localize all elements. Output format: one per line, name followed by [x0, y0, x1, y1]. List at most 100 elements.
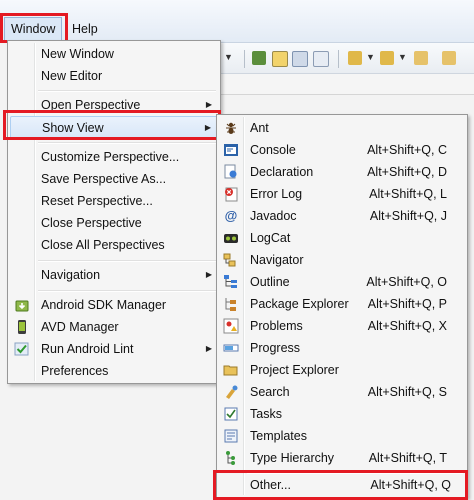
view-item-label: Templates	[250, 429, 307, 443]
menu-help[interactable]: Help	[66, 19, 104, 39]
other-highlight-box	[213, 470, 468, 500]
shortcut-label: Alt+Shift+Q, P	[367, 297, 447, 311]
view-item-progress[interactable]: Progress	[219, 337, 465, 359]
view-item-error-log[interactable]: Error Log Alt+Shift+Q, L	[219, 183, 465, 205]
menu-item-close-all-perspectives[interactable]: Close All Perspectives	[10, 234, 218, 256]
prev-annotation-icon[interactable]	[380, 51, 394, 65]
toolbar-separator	[338, 50, 339, 68]
edit-icon[interactable]	[272, 51, 288, 67]
menu-item-label: New Editor	[41, 69, 103, 83]
menu-separator	[38, 142, 216, 144]
menu-item-navigation[interactable]: Navigation ▶	[10, 264, 218, 286]
error-log-icon	[223, 186, 239, 202]
view-item-console[interactable]: Console Alt+Shift+Q, C	[219, 139, 465, 161]
type-hierarchy-icon	[223, 450, 239, 466]
console-icon	[223, 142, 239, 158]
workspace-area	[220, 74, 474, 95]
next-annotation-icon[interactable]	[348, 51, 362, 65]
navigator-icon	[223, 252, 239, 268]
view-item-label: Project Explorer	[250, 363, 339, 377]
view-item-problems[interactable]: Problems Alt+Shift+Q, X	[219, 315, 465, 337]
shortcut-label: Alt+Shift+Q, O	[366, 275, 447, 289]
android-sdk-manager-icon	[14, 297, 30, 313]
view-item-outline[interactable]: Outline Alt+Shift+Q, O	[219, 271, 465, 293]
menu-item-label: Navigation	[41, 268, 101, 282]
problems-icon	[223, 318, 239, 334]
shortcut-label: Alt+Shift+Q, S	[367, 385, 447, 399]
view-item-tasks[interactable]: Tasks	[219, 403, 465, 425]
menu-item-new-editor[interactable]: New Editor	[10, 65, 218, 87]
progress-icon	[223, 340, 239, 356]
toolbar-separator	[244, 50, 245, 68]
menu-item-label: Reset Perspective...	[41, 194, 153, 208]
menu-item-label: Android SDK Manager	[41, 298, 167, 312]
search-refs-icon[interactable]	[252, 51, 266, 65]
view-item-label: Type Hierarchy	[250, 451, 335, 465]
forward-icon[interactable]	[442, 51, 456, 65]
menu-item-customize-perspective[interactable]: Customize Perspective...	[10, 146, 218, 168]
avd-manager-icon	[14, 319, 30, 335]
logcat-icon	[223, 230, 239, 246]
view-item-navigator[interactable]: Navigator	[219, 249, 465, 271]
view-item-label: Navigator	[250, 253, 304, 267]
menu-item-label: Customize Perspective...	[41, 150, 180, 164]
declaration-icon	[223, 164, 239, 180]
toggle-view-icon[interactable]	[292, 51, 308, 67]
project-explorer-icon	[223, 362, 239, 378]
view-item-label: Progress	[250, 341, 301, 355]
view-item-label: Console	[250, 143, 296, 157]
javadoc-icon: @	[224, 208, 238, 223]
view-item-label: Javadoc	[250, 209, 297, 223]
tasks-icon	[223, 406, 239, 422]
menu-item-label: New Window	[41, 47, 114, 61]
paragraph-icon[interactable]	[313, 51, 329, 67]
ant-icon	[223, 120, 239, 136]
menu-separator	[38, 290, 216, 292]
dropdown-arrow-icon[interactable]: ▼	[366, 52, 375, 62]
menu-item-label: Save Perspective As...	[41, 172, 167, 186]
view-item-ant[interactable]: Ant	[219, 117, 465, 139]
shortcut-label: Alt+Shift+Q, C	[367, 143, 447, 157]
shortcut-label: Alt+Shift+Q, D	[367, 165, 447, 179]
show-view-highlight-box	[3, 110, 221, 140]
back-icon[interactable]	[414, 51, 428, 65]
view-item-label: Search	[250, 385, 290, 399]
shortcut-label: Alt+Shift+Q, T	[368, 451, 447, 465]
view-item-declaration[interactable]: Declaration Alt+Shift+Q, D	[219, 161, 465, 183]
view-item-package-explorer[interactable]: Package Explorer Alt+Shift+Q, P	[219, 293, 465, 315]
submenu-arrow-icon: ▶	[205, 270, 212, 279]
view-item-templates[interactable]: Templates	[219, 425, 465, 447]
menu-item-android-sdk-manager[interactable]: Android SDK Manager	[10, 294, 218, 316]
window-menu-highlight-box	[0, 13, 68, 43]
menu-item-avd-manager[interactable]: AVD Manager	[10, 316, 218, 338]
show-view-submenu: Ant Console Alt+Shift+Q, C Declaration A…	[216, 114, 468, 498]
menu-item-new-window[interactable]: New Window	[10, 43, 218, 65]
menu-separator	[38, 90, 216, 92]
dropdown-arrow-icon[interactable]: ▼	[224, 52, 233, 62]
menu-item-label: Run Android Lint	[41, 342, 134, 356]
view-item-javadoc[interactable]: @ Javadoc Alt+Shift+Q, J	[219, 205, 465, 227]
menu-item-run-android-lint[interactable]: Run Android Lint ▶	[10, 338, 218, 360]
shortcut-label: Alt+Shift+Q, L	[369, 187, 447, 201]
view-item-label: Error Log	[250, 187, 303, 201]
menu-item-close-perspective[interactable]: Close Perspective	[10, 212, 218, 234]
window-menu: New Window New Editor Open Perspective ▶…	[7, 40, 221, 384]
view-item-search[interactable]: Search Alt+Shift+Q, S	[219, 381, 465, 403]
templates-icon	[223, 428, 239, 444]
view-item-label: Outline	[250, 275, 290, 289]
outline-icon	[223, 274, 239, 290]
view-item-logcat[interactable]: LogCat	[219, 227, 465, 249]
menu-item-label: AVD Manager	[41, 320, 119, 334]
menu-item-preferences[interactable]: Preferences	[10, 360, 218, 382]
view-item-label: Problems	[250, 319, 303, 333]
menu-item-label: Close All Perspectives	[41, 238, 165, 252]
dropdown-arrow-icon[interactable]: ▼	[398, 52, 407, 62]
shortcut-label: Alt+Shift+Q, J	[369, 209, 447, 223]
view-item-type-hierarchy[interactable]: Type Hierarchy Alt+Shift+Q, T	[219, 447, 465, 469]
view-item-project-explorer[interactable]: Project Explorer	[219, 359, 465, 381]
menu-separator	[38, 260, 216, 262]
menu-item-reset-perspective[interactable]: Reset Perspective...	[10, 190, 218, 212]
submenu-arrow-icon: ▶	[205, 344, 212, 353]
menu-item-save-perspective-as[interactable]: Save Perspective As...	[10, 168, 218, 190]
view-item-label: Ant	[250, 121, 269, 135]
